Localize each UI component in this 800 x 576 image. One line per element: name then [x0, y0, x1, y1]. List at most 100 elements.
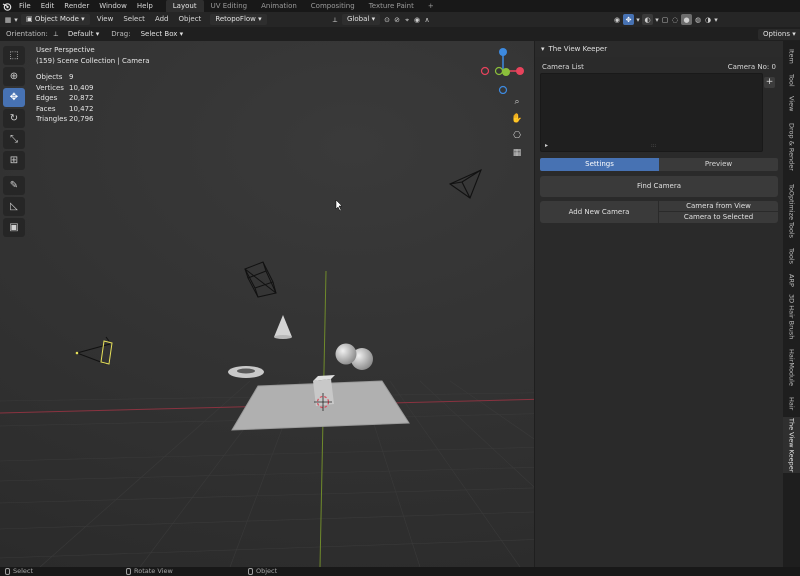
- navigation-gizmo[interactable]: [478, 44, 528, 94]
- tab-settings[interactable]: Settings: [540, 158, 659, 171]
- gizmo-neg-z-axis[interactable]: [498, 85, 508, 94]
- menu-edit[interactable]: Edit: [36, 0, 60, 12]
- wireframe-shading-icon[interactable]: ◌: [670, 15, 680, 25]
- add-cube-icon[interactable]: ▣: [3, 218, 25, 237]
- orientation-dropdown[interactable]: Global ▾: [342, 14, 381, 25]
- menu-view[interactable]: View: [92, 12, 119, 27]
- camera-no-value: 0: [771, 63, 776, 71]
- xray-icon[interactable]: ▢: [660, 15, 670, 25]
- workspace-tab-texture-paint[interactable]: Texture Paint: [362, 0, 421, 12]
- sidebar-tab-tool[interactable]: Tool: [783, 69, 800, 91]
- viewport-info-overlay: User Perspective (159) Scene Collection …: [36, 45, 150, 125]
- material-shading-icon[interactable]: ◍: [693, 15, 703, 25]
- gizmo-y-axis[interactable]: [502, 68, 510, 76]
- zoom-icon[interactable]: ⌕: [510, 95, 524, 109]
- list-expand-icon[interactable]: ▸: [545, 142, 548, 149]
- editor-type-icon[interactable]: ▦: [3, 15, 13, 25]
- find-camera-button[interactable]: Find Camera: [540, 176, 778, 197]
- stat-row: Edges 20,872: [36, 93, 150, 104]
- drag-value: Select Box: [140, 29, 178, 38]
- sidebar-tab-hairmodule[interactable]: HairModule: [783, 343, 800, 391]
- gizmo-neg-x-axis[interactable]: [480, 66, 490, 76]
- viewport-header: ▦ ▾ ▣ Object Mode ▾ View Select Add Obje…: [0, 12, 800, 27]
- move-icon[interactable]: ✥: [3, 88, 25, 107]
- retopoflow-dropdown[interactable]: RetopoFlow ▾: [210, 14, 267, 25]
- sidebar-tab-item[interactable]: Item: [783, 45, 800, 67]
- menu-object[interactable]: Object: [174, 12, 207, 27]
- chevron-down-icon[interactable]: ▾: [635, 15, 641, 25]
- gizmo-toggle-icon[interactable]: ✥: [623, 14, 634, 25]
- snap-icon[interactable]: ⊘: [392, 15, 402, 25]
- falloff-icon[interactable]: ∧: [422, 15, 432, 25]
- ortho-grid-icon[interactable]: ▦: [510, 146, 524, 160]
- sidebar-tab-3d-hair-brush[interactable]: 3D Hair Brush: [783, 293, 800, 341]
- panel-header[interactable]: ▾ The View Keeper: [535, 41, 783, 57]
- workspace-tab-animation[interactable]: Animation: [254, 0, 304, 12]
- workspace-tab-uv-editing[interactable]: UV Editing: [204, 0, 255, 12]
- annotate-icon[interactable]: ✎: [3, 176, 25, 195]
- panel-tabs: Settings Preview: [540, 158, 778, 171]
- gizmo-x-axis[interactable]: [516, 67, 524, 75]
- tool-settings-bar: Orientation: ⟂ Default ▾ Drag: Select Bo…: [0, 27, 800, 41]
- stat-value: 20,872: [69, 94, 94, 102]
- snap-target-icon[interactable]: ⌖: [402, 15, 412, 25]
- measure-icon[interactable]: ◺: [3, 197, 25, 216]
- status-select: Select: [5, 567, 33, 576]
- camera-from-view-button[interactable]: Camera from View: [659, 201, 778, 212]
- rendered-shading-icon[interactable]: ◑: [703, 15, 713, 25]
- sidebar-tab-drop-render[interactable]: Drop & Render: [783, 117, 800, 177]
- cone-base: [274, 335, 292, 339]
- camera-no-display: Camera No: 0: [728, 63, 776, 71]
- cursor-icon[interactable]: ⊕: [3, 67, 25, 86]
- sidebar-tab-tools[interactable]: Tools: [783, 245, 800, 267]
- chevron-down-icon[interactable]: ▾: [713, 15, 719, 25]
- chevron-down-icon[interactable]: ▾: [541, 45, 545, 53]
- tab-preview[interactable]: Preview: [659, 158, 778, 171]
- proportional-edit-icon[interactable]: ◉: [412, 15, 422, 25]
- camera-view-icon[interactable]: ⎔: [510, 129, 524, 143]
- visibility-icon[interactable]: ◉: [612, 15, 622, 25]
- menu-window[interactable]: Window: [94, 0, 132, 12]
- add-camera-plus-button[interactable]: +: [764, 77, 775, 88]
- add-new-camera-button[interactable]: Add New Camera: [540, 201, 658, 223]
- transform-orientation-icon[interactable]: ⟂: [330, 15, 340, 25]
- menu-render[interactable]: Render: [59, 0, 94, 12]
- mode-dropdown[interactable]: ▣ Object Mode ▾: [21, 14, 90, 25]
- overlay-toggle-icon[interactable]: ◐: [642, 14, 653, 25]
- drag-label: Drag:: [111, 30, 131, 38]
- transform-icon[interactable]: ⊞: [3, 151, 25, 170]
- gizmo-neg-y-axis[interactable]: [494, 66, 504, 76]
- list-resize-handle-icon[interactable]: :::: [651, 143, 656, 149]
- sidebar-tab-hair[interactable]: Hair: [783, 393, 800, 415]
- camera-list[interactable]: ▸ :::: [540, 73, 763, 152]
- solid-shading-icon[interactable]: ●: [681, 14, 692, 25]
- gizmo-z-axis[interactable]: [499, 48, 507, 56]
- workspace-tab-layout[interactable]: Layout: [165, 0, 204, 12]
- menu-add[interactable]: Add: [150, 12, 174, 27]
- options-dropdown[interactable]: Options ▾: [758, 29, 800, 40]
- drag-dropdown[interactable]: Select Box ▾: [136, 29, 189, 40]
- rotate-icon[interactable]: ↻: [3, 109, 25, 128]
- stat-row: Faces 10,472: [36, 104, 150, 115]
- chevron-down-icon[interactable]: ▾: [13, 15, 19, 25]
- pan-hand-icon[interactable]: ✋: [510, 112, 524, 126]
- add-workspace-button[interactable]: +: [421, 0, 441, 12]
- blender-logo-icon[interactable]: [0, 0, 14, 12]
- pivot-icon[interactable]: ⊙: [382, 15, 392, 25]
- tweak-icon[interactable]: ⬚: [3, 46, 25, 65]
- camera-to-selected-button[interactable]: Camera to Selected: [659, 212, 778, 223]
- mouse-middle-icon: [126, 568, 131, 575]
- scale-icon[interactable]: ⤡: [3, 130, 25, 149]
- sidebar-tab-the-view-keeper[interactable]: The View Keeper: [783, 417, 800, 473]
- menu-select[interactable]: Select: [118, 12, 150, 27]
- menu-file[interactable]: File: [14, 0, 36, 12]
- camera-list-header: Camera List Camera No: 0: [540, 57, 778, 73]
- sphere-object[interactable]: [335, 343, 357, 365]
- tool-orientation-dropdown[interactable]: Default ▾: [63, 29, 104, 40]
- sidebar-tab-view[interactable]: View: [783, 93, 800, 115]
- torus-object[interactable]: [228, 366, 264, 378]
- sidebar-tab-arp[interactable]: ARP: [783, 269, 800, 291]
- sidebar-tab-optimize-tools[interactable]: ToOptimize Tools: [783, 179, 800, 243]
- workspace-tab-compositing[interactable]: Compositing: [304, 0, 362, 12]
- menu-help[interactable]: Help: [132, 0, 158, 12]
